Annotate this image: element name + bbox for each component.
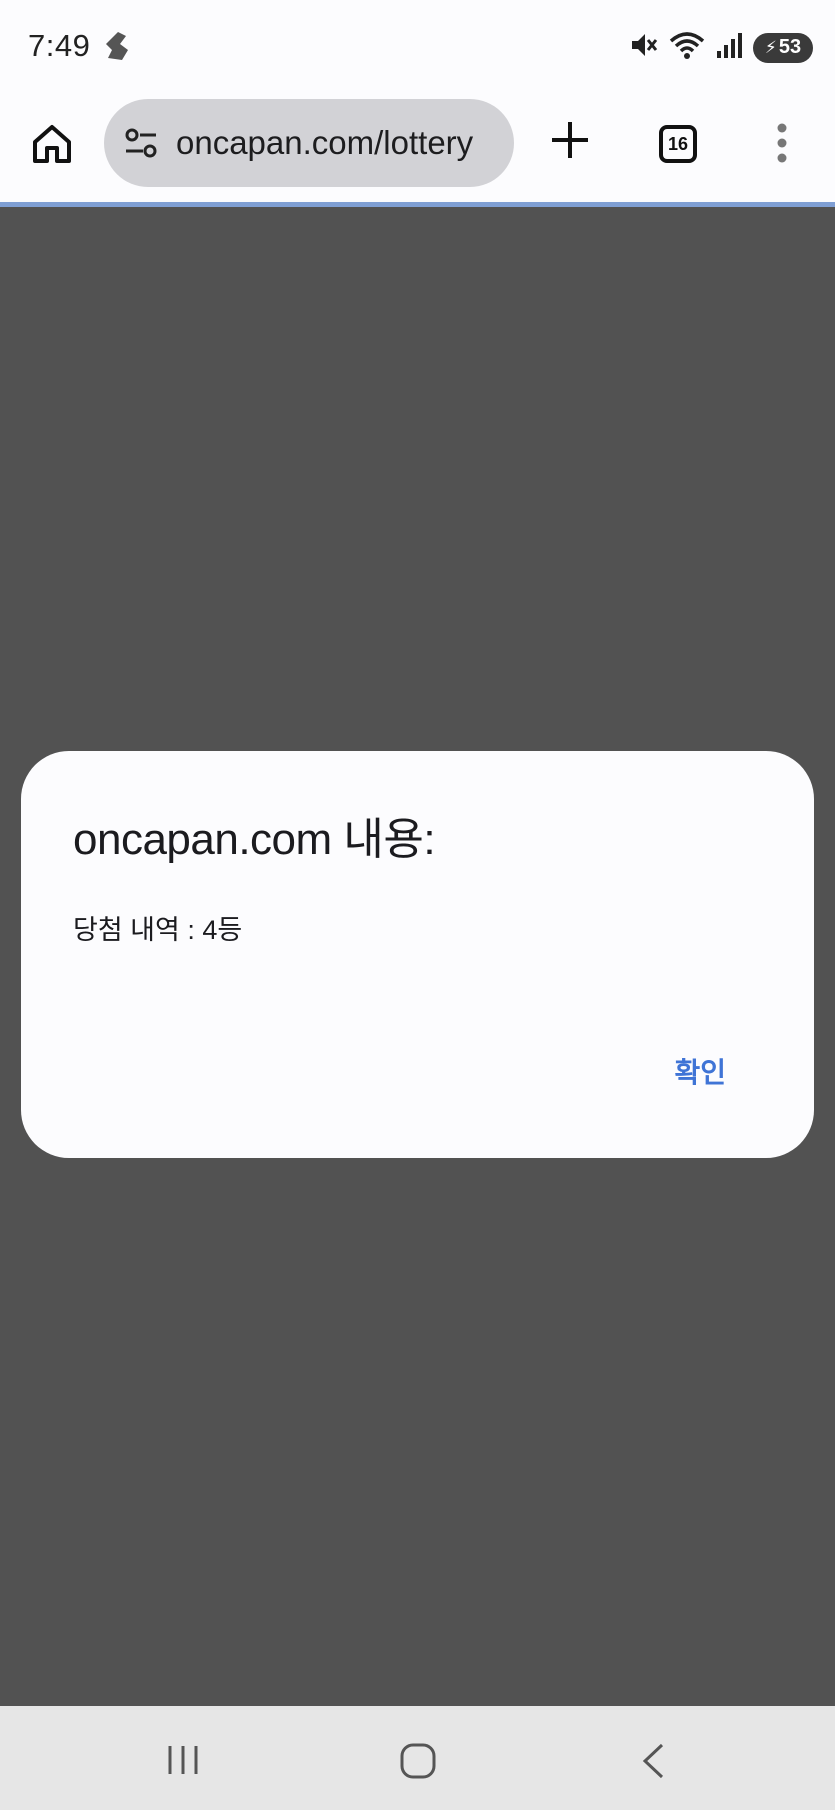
confirm-button[interactable]: 확인 — [674, 1051, 726, 1091]
new-tab-button[interactable] — [548, 116, 592, 164]
browser-toolbar: oncapan.com/lottery 16 — [0, 92, 835, 202]
recent-apps-button[interactable] — [166, 1744, 202, 1781]
back-button[interactable] — [640, 1742, 666, 1785]
battery-level: 53 — [778, 36, 802, 58]
home-icon — [33, 125, 71, 163]
alert-dialog: oncapan.com 내용: 당첨 내역 : 4등 확인 — [21, 751, 814, 1158]
dialog-message: 당첨 내역 : 4등 — [73, 915, 243, 945]
recent-apps-icon — [168, 1746, 198, 1774]
system-nav-bar — [0, 1706, 835, 1810]
dialog-title: oncapan.com 내용: — [73, 815, 436, 864]
status-bar: 7:49 ⚡ 53 — [0, 0, 835, 92]
url-text[interactable]: oncapan.com/lottery — [176, 124, 473, 162]
plus-icon — [552, 122, 588, 158]
site-settings-icon[interactable] — [122, 123, 162, 163]
more-options-button[interactable] — [770, 120, 794, 166]
status-time: 7:49 — [28, 28, 91, 63]
back-icon — [642, 1743, 664, 1779]
home-button[interactable] — [30, 122, 74, 166]
nav-home-icon — [400, 1743, 436, 1779]
battery-charging-icon: ⚡ 53 — [753, 32, 813, 63]
signal-icon — [715, 31, 743, 64]
nav-home-button[interactable] — [399, 1742, 437, 1785]
url-bar[interactable]: oncapan.com/lottery — [104, 99, 514, 187]
running-app-icon — [104, 30, 132, 67]
page-load-progress — [0, 202, 835, 207]
wifi-icon — [669, 30, 705, 65]
more-vert-icon — [777, 123, 787, 163]
tab-switcher-button[interactable]: 16 — [659, 125, 697, 163]
mute-icon — [629, 30, 659, 65]
